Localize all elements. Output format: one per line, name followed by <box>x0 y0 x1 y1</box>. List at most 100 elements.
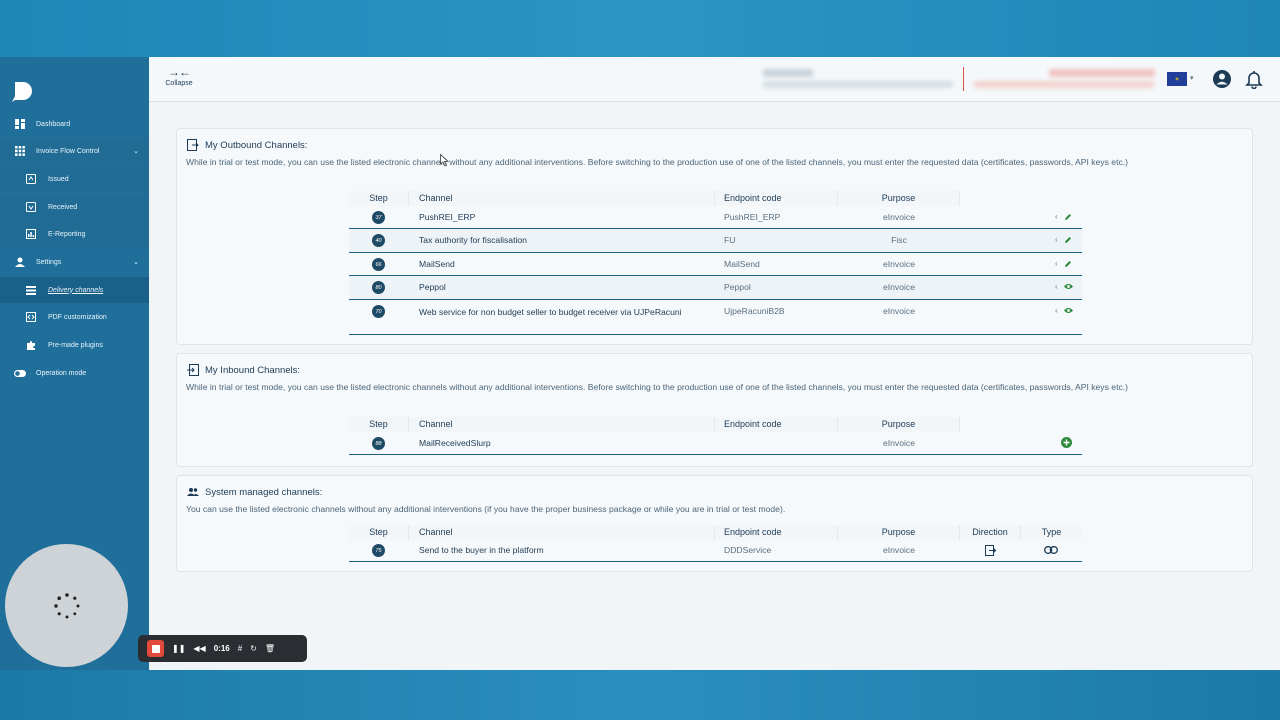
collapse-button[interactable]: →← Collapse <box>163 65 195 93</box>
sidebar-item-label: Issued <box>48 175 69 183</box>
header-endpoint: Endpoint code <box>715 191 838 206</box>
endpoint-code: FU <box>724 235 736 245</box>
sidebar-item-invoice-flow-control[interactable]: Invoice Flow Control ⌄ <box>0 138 149 164</box>
edit-icon[interactable] <box>1064 236 1072 244</box>
endpoint-code: DDDService <box>724 545 772 555</box>
row-actions: ‹ <box>1055 212 1072 221</box>
chevron-left-icon[interactable]: ‹ <box>1055 306 1058 315</box>
header-step: Step <box>349 191 409 206</box>
puzzle-icon <box>25 339 37 351</box>
issued-icon <box>25 173 37 185</box>
table-row[interactable]: 80 Peppol Peppol eInvoice ‹ <box>349 276 1082 300</box>
purpose: eInvoice <box>882 212 915 222</box>
chevron-down-icon: ⌄ <box>133 148 139 155</box>
purpose: eInvoice <box>882 282 915 292</box>
endpoint-code: UjpeRacuniB2B <box>724 306 785 316</box>
sidebar-item-label: Pre-made plugins <box>48 341 103 349</box>
endpoint-code: PushREI_ERP <box>724 212 781 222</box>
mouse-cursor-icon <box>440 154 449 167</box>
account-icon[interactable] <box>1212 69 1232 89</box>
header-endpoint: Endpoint code <box>715 525 838 540</box>
inbound-table: Step Channel Endpoint code Purpose 88 Ma… <box>349 417 1082 455</box>
loading-spinner-icon <box>53 592 79 618</box>
eu-flag-icon[interactable]: ✶ <box>1167 72 1187 86</box>
table-header: Step Channel Endpoint code Purpose <box>349 191 1082 206</box>
system-description: You can use the listed electronic channe… <box>186 504 786 514</box>
sidebar-item-label: Settings <box>36 258 62 266</box>
link-icon <box>1044 546 1058 556</box>
outbound-title: My Outbound Channels: <box>187 139 307 151</box>
step-badge: 66 <box>372 258 385 271</box>
row-actions: ‹ <box>1055 306 1073 315</box>
sidebar-item-label: Operation mode <box>36 369 87 377</box>
endpoint-code: MailSend <box>724 259 760 269</box>
user-icon <box>14 256 26 268</box>
inbound-title-text: My Inbound Channels: <box>205 364 301 376</box>
blurred-company-name <box>763 69 813 77</box>
header-divider <box>963 67 964 91</box>
sidebar-item-label: Received <box>48 203 78 211</box>
language-caret-icon[interactable]: ▾ <box>1190 74 1194 82</box>
endpoint-code: Peppol <box>724 282 751 292</box>
stop-recording-button[interactable] <box>147 640 164 657</box>
sidebar-item-dashboard[interactable]: Dashboard <box>0 111 149 137</box>
sidebar-item-received[interactable]: Received <box>0 194 149 220</box>
purpose: eInvoice <box>882 259 915 269</box>
app-logo-icon[interactable] <box>11 79 35 103</box>
table-row[interactable]: 37 PushREI_ERP PushREI_ERP eInvoice ‹ <box>349 206 1082 229</box>
channel-name: PushREI_ERP <box>419 212 476 222</box>
toggle-icon <box>14 367 26 379</box>
header-step: Step <box>349 417 409 432</box>
row-actions <box>1061 437 1072 448</box>
outbound-direction-icon <box>985 545 997 558</box>
row-actions: ‹ <box>1055 282 1073 291</box>
table-row[interactable]: 70 Web service for non budget seller to … <box>349 300 1082 335</box>
purpose: eInvoice <box>882 438 915 448</box>
rewind-icon[interactable]: ◀◀ <box>193 644 205 653</box>
trash-icon[interactable]: 🗑 <box>265 644 275 653</box>
sidebar-item-label: E-Reporting <box>48 230 86 238</box>
table-row[interactable]: 75 Send to the buyer in the platform DDD… <box>349 540 1082 562</box>
notification-bell-icon[interactable] <box>1244 69 1264 89</box>
chevron-left-icon[interactable]: ‹ <box>1055 259 1058 268</box>
sidebar-item-pdf-customization[interactable]: PDF customization <box>0 304 149 330</box>
main-content: →← Collapse ✶ ▾ My Outbound Channels: Wh… <box>149 57 1280 670</box>
chevron-left-icon[interactable]: ‹ <box>1055 282 1058 291</box>
edit-icon[interactable] <box>1064 260 1072 268</box>
pause-icon[interactable]: ❚❚ <box>172 644 185 653</box>
step-badge: 40 <box>372 234 385 247</box>
table-row[interactable]: 40 Tax authority for fiscalisation FU Fi… <box>349 229 1082 253</box>
channel-name: Tax authority for fiscalisation <box>419 235 527 245</box>
loading-overlay <box>5 544 128 667</box>
sidebar-item-settings[interactable]: Settings ⌄ <box>0 249 149 275</box>
sidebar-item-issued[interactable]: Issued <box>0 166 149 192</box>
outbound-title-text: My Outbound Channels: <box>205 139 308 151</box>
eye-icon[interactable] <box>1063 307 1073 314</box>
edit-icon[interactable] <box>1064 213 1072 221</box>
top-background-band <box>0 0 1280 57</box>
chevron-left-icon[interactable]: ‹ <box>1055 235 1058 244</box>
sidebar-item-label: Invoice Flow Control <box>36 147 100 155</box>
outbound-channels-card: My Outbound Channels: While in trial or … <box>176 128 1253 345</box>
sidebar-item-pre-made-plugins[interactable]: Pre-made plugins <box>0 332 149 358</box>
grid-icon[interactable]: # <box>238 644 242 653</box>
eye-icon[interactable] <box>1063 283 1073 290</box>
step-badge: 37 <box>372 211 385 224</box>
header-purpose: Purpose <box>838 525 960 540</box>
header-endpoint: Endpoint code <box>715 417 838 432</box>
purpose: Fisc <box>891 235 907 245</box>
restart-icon[interactable]: ↻ <box>250 644 257 653</box>
system-title: System managed channels: <box>187 486 322 498</box>
table-row[interactable]: 66 MailSend MailSend eInvoice ‹ <box>349 253 1082 276</box>
sidebar-item-e-reporting[interactable]: E-Reporting <box>0 221 149 247</box>
chevron-left-icon[interactable]: ‹ <box>1055 212 1058 221</box>
sidebar-item-label: Dashboard <box>36 120 71 128</box>
sidebar-item-delivery-channels[interactable]: Delivery channels <box>0 277 149 303</box>
header-channel: Channel <box>409 525 715 540</box>
add-circle-icon[interactable] <box>1061 437 1072 448</box>
sidebar-item-operation-mode[interactable]: Operation mode <box>0 360 149 386</box>
table-row[interactable]: 88 MailReceivedSlurp eInvoice <box>349 432 1082 455</box>
row-actions: ‹ <box>1055 235 1072 244</box>
received-icon <box>25 201 37 213</box>
inbound-icon <box>187 364 199 376</box>
